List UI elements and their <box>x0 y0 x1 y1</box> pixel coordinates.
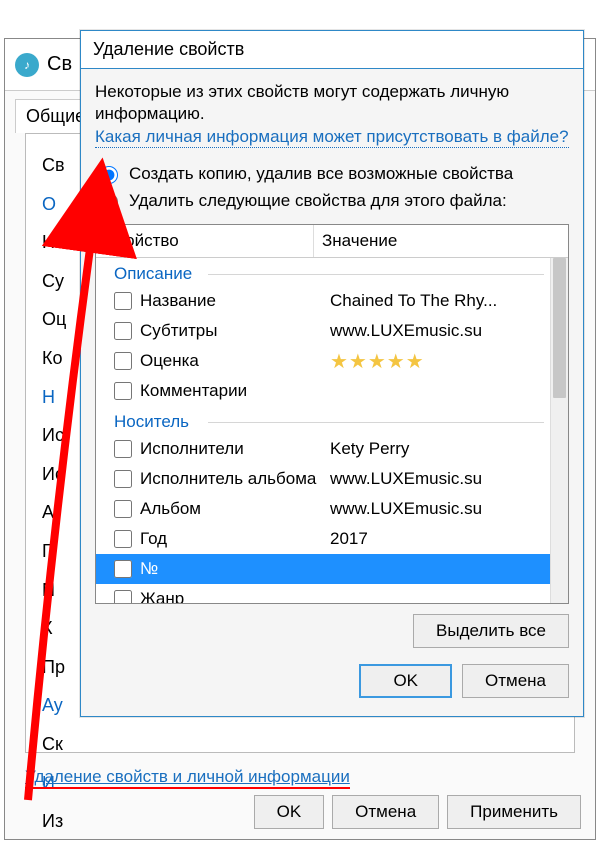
property-name: Оценка <box>140 351 330 371</box>
property-value: www.LUXEmusic.su <box>330 321 560 341</box>
property-row[interactable]: № <box>96 554 568 584</box>
radio-remove-props-row[interactable]: Удалить следующие свойства для этого фай… <box>95 187 569 214</box>
property-checkbox[interactable] <box>114 322 132 340</box>
select-all-button[interactable]: Выделить все <box>413 614 569 648</box>
property-row[interactable]: Комментарии <box>96 376 568 406</box>
property-row[interactable]: Год2017 <box>96 524 568 554</box>
property-checkbox[interactable] <box>114 530 132 548</box>
radio-remove-props[interactable] <box>100 193 118 211</box>
list-header: Свойство Значение <box>96 225 568 258</box>
select-all-wrap: Выделить все <box>95 614 569 648</box>
back-title-text: Св <box>47 53 72 76</box>
remove-properties-dialog: Удаление свойств Некоторые из этих свойс… <box>80 30 584 717</box>
properties-listbox: Свойство Значение ОписаниеНазваниеChaine… <box>95 224 569 604</box>
rating-stars: ★★★★★ <box>330 349 560 374</box>
property-checkbox[interactable] <box>114 382 132 400</box>
back-apply-button[interactable]: Применить <box>447 795 581 829</box>
property-name: Альбом <box>140 499 330 519</box>
front-title: Удаление свойств <box>81 31 583 69</box>
property-value: www.LUXEmusic.su <box>330 469 560 489</box>
header-property[interactable]: Свойство <box>96 225 314 257</box>
property-row[interactable]: ИсполнителиKety Perry <box>96 434 568 464</box>
property-value: Chained To The Rhy... <box>330 291 560 311</box>
radio-create-copy-label[interactable]: Создать копию, удалив все возможные свой… <box>129 164 513 184</box>
back-list-item: Ск <box>42 725 558 764</box>
back-ok-button[interactable]: OK <box>254 795 325 829</box>
property-row[interactable]: Оценка★★★★★ <box>96 346 568 376</box>
property-checkbox[interactable] <box>114 352 132 370</box>
property-checkbox[interactable] <box>114 500 132 518</box>
radio-create-copy[interactable] <box>100 166 118 184</box>
property-checkbox[interactable] <box>114 470 132 488</box>
front-cancel-button[interactable]: Отмена <box>462 664 569 698</box>
property-name: Субтитры <box>140 321 330 341</box>
property-name: Год <box>140 529 330 549</box>
music-file-icon: ♪ <box>15 53 39 77</box>
property-row[interactable]: НазваниеChained To The Rhy... <box>96 286 568 316</box>
property-name: Исполнители <box>140 439 330 459</box>
info-link[interactable]: Какая личная информация может присутство… <box>95 127 569 148</box>
scrollbar-thumb[interactable] <box>553 258 566 398</box>
list-scroll-area[interactable]: ОписаниеНазваниеChained To The Rhy...Суб… <box>96 258 568 603</box>
property-value: www.LUXEmusic.su <box>330 499 560 519</box>
header-value[interactable]: Значение <box>314 225 568 257</box>
front-button-row: OK Отмена <box>95 664 569 698</box>
intro-text: Некоторые из этих свойств могут содержат… <box>95 81 569 125</box>
group-label: Носитель <box>96 406 568 434</box>
property-checkbox[interactable] <box>114 560 132 578</box>
property-checkbox[interactable] <box>114 440 132 458</box>
property-row[interactable]: Альбомwww.LUXEmusic.su <box>96 494 568 524</box>
radio-create-copy-row[interactable]: Создать копию, удалив все возможные свой… <box>95 160 569 187</box>
property-name: № <box>140 559 330 579</box>
group-label: Описание <box>96 258 568 286</box>
scrollbar[interactable] <box>550 258 568 603</box>
back-button-row: OK Отмена Применить <box>254 795 581 829</box>
property-row[interactable]: Субтитрыwww.LUXEmusic.su <box>96 316 568 346</box>
remove-properties-link[interactable]: Удаление свойств и личной информации <box>25 767 350 786</box>
remove-properties-link-wrap: Удаление свойств и личной информации <box>25 767 575 789</box>
property-name: Название <box>140 291 330 311</box>
property-value: 2017 <box>330 529 560 549</box>
property-row[interactable]: Исполнитель альбомаwww.LUXEmusic.su <box>96 464 568 494</box>
property-name: Исполнитель альбома <box>140 469 330 489</box>
property-checkbox[interactable] <box>114 292 132 310</box>
property-value: Kety Perry <box>330 439 560 459</box>
property-row[interactable]: Жанр <box>96 584 568 603</box>
radio-remove-props-label[interactable]: Удалить следующие свойства для этого фай… <box>129 191 507 211</box>
front-ok-button[interactable]: OK <box>359 664 452 698</box>
property-name: Жанр <box>140 589 330 603</box>
property-name: Комментарии <box>140 381 330 401</box>
property-checkbox[interactable] <box>114 590 132 603</box>
back-cancel-button[interactable]: Отмена <box>332 795 439 829</box>
